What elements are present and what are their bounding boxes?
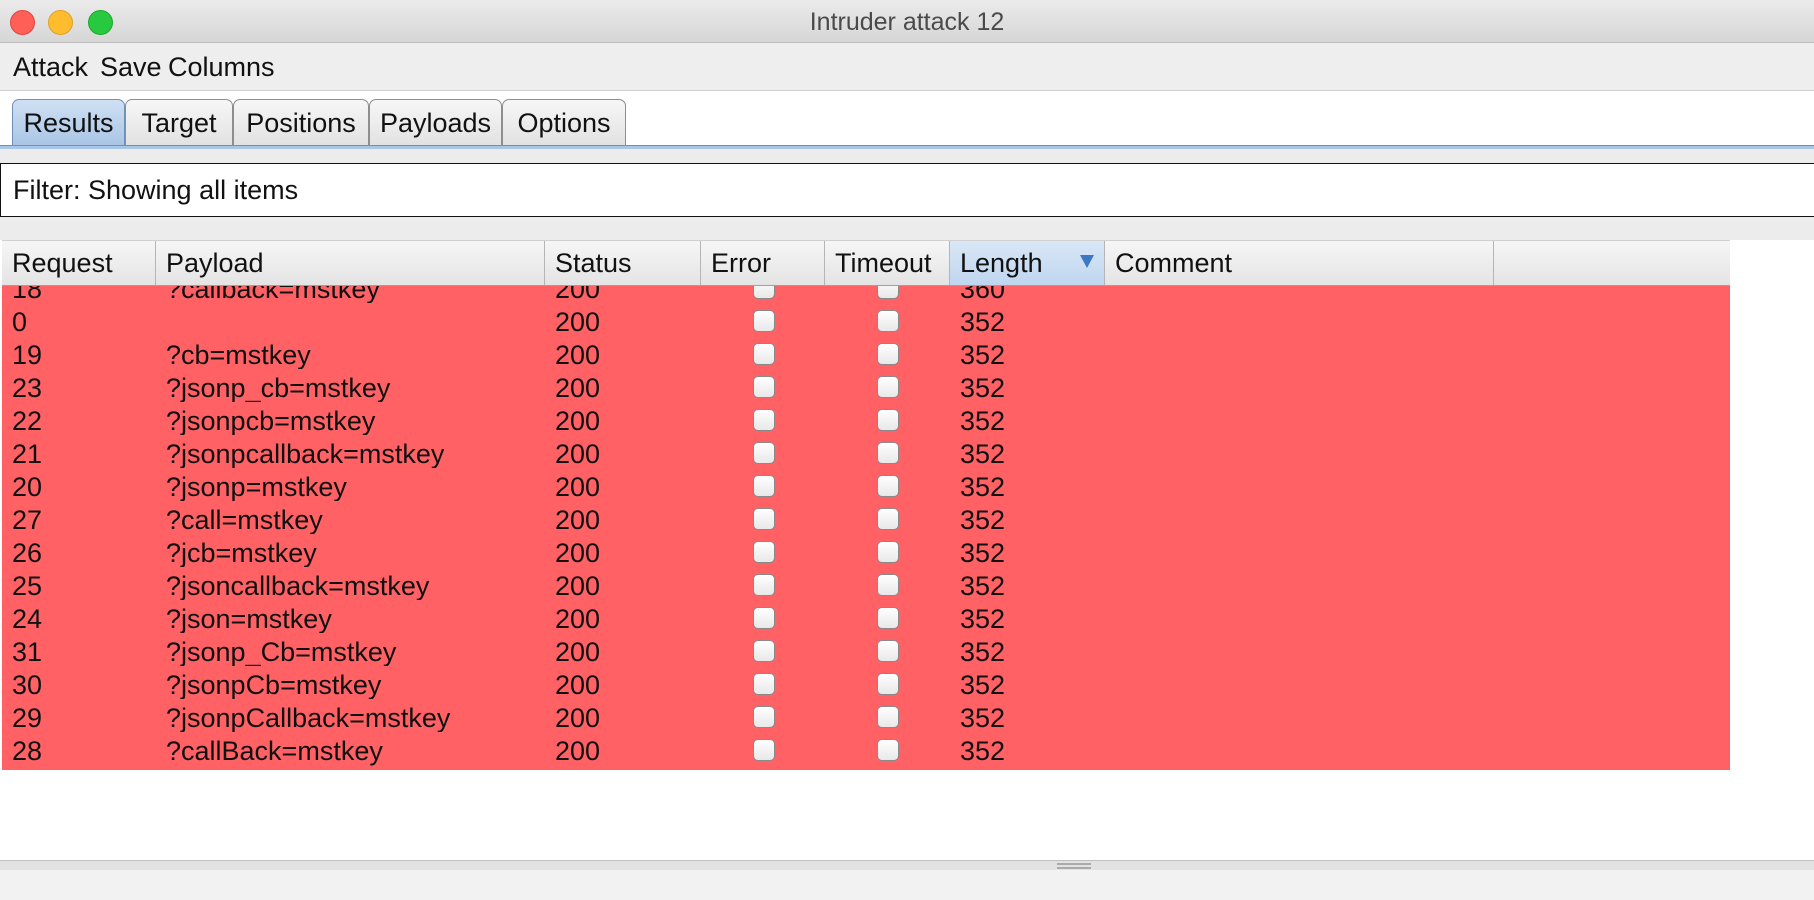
tab-options[interactable]: Options xyxy=(502,99,626,145)
menu-save[interactable]: Save xyxy=(100,52,162,83)
filter-area: Filter: Showing all items xyxy=(0,149,1814,238)
table-empty-area xyxy=(1731,240,1814,858)
timeout-checkbox[interactable] xyxy=(877,508,899,530)
timeout-checkbox[interactable] xyxy=(877,409,899,431)
results-table-viewport[interactable]: 16.jsonp?jsonCallback=mstkey40438418?cal… xyxy=(2,240,1730,858)
column-header-timeout[interactable]: Timeout xyxy=(825,241,950,285)
menu-attack[interactable]: Attack xyxy=(13,52,88,83)
error-checkbox[interactable] xyxy=(753,475,775,497)
timeout-checkbox[interactable] xyxy=(877,607,899,629)
error-checkbox[interactable] xyxy=(753,706,775,728)
tab-results[interactable]: Results xyxy=(12,99,125,145)
cell-length: 352 xyxy=(960,736,1006,766)
bottom-pane xyxy=(0,870,1814,900)
menu-bar: Attack Save Columns xyxy=(0,43,1814,91)
error-checkbox[interactable] xyxy=(753,508,775,530)
title-bar: Intruder attack 12 xyxy=(0,0,1814,43)
column-header-status[interactable]: Status xyxy=(545,241,701,285)
timeout-checkbox[interactable] xyxy=(877,541,899,563)
tab-payloads[interactable]: Payloads xyxy=(369,99,502,145)
tab-positions[interactable]: Positions xyxy=(233,99,369,145)
tab-bar: Results Target Positions Payloads Option… xyxy=(0,91,1814,150)
results-table: 16.jsonp?jsonCallback=mstkey40438418?cal… xyxy=(0,240,1814,860)
timeout-checkbox[interactable] xyxy=(877,310,899,332)
timeout-checkbox[interactable] xyxy=(877,574,899,596)
error-checkbox[interactable] xyxy=(753,739,775,761)
window-title: Intruder attack 12 xyxy=(809,8,1005,36)
sort-descending-icon xyxy=(1080,255,1094,268)
tab-target[interactable]: Target xyxy=(125,99,233,145)
timeout-checkbox[interactable] xyxy=(877,376,899,398)
cell-request: 28 xyxy=(12,736,43,766)
error-checkbox[interactable] xyxy=(753,541,775,563)
error-checkbox[interactable] xyxy=(753,409,775,431)
column-header-length[interactable]: Length xyxy=(950,241,1105,285)
cell-status: 200 xyxy=(555,736,601,766)
error-checkbox[interactable] xyxy=(753,310,775,332)
timeout-checkbox[interactable] xyxy=(877,640,899,662)
column-header-comment[interactable]: Comment xyxy=(1105,241,1494,285)
filter-text: Filter: Showing all items xyxy=(13,175,299,205)
error-checkbox[interactable] xyxy=(753,343,775,365)
error-checkbox[interactable] xyxy=(753,640,775,662)
error-checkbox[interactable] xyxy=(753,442,775,464)
timeout-checkbox[interactable] xyxy=(877,739,899,761)
cell-payload: ?callBack=mstkey xyxy=(166,736,383,766)
error-checkbox[interactable] xyxy=(753,376,775,398)
table-header: Request Payload Status Error Timeout Len… xyxy=(2,240,1730,286)
filter-bar[interactable]: Filter: Showing all items xyxy=(0,163,1814,217)
timeout-checkbox[interactable] xyxy=(877,475,899,497)
timeout-checkbox[interactable] xyxy=(877,442,899,464)
timeout-checkbox[interactable] xyxy=(877,706,899,728)
error-checkbox[interactable] xyxy=(753,607,775,629)
column-header-length-label: Length xyxy=(960,248,1043,278)
column-header-request[interactable]: Request xyxy=(2,241,156,285)
divider-grip-icon[interactable] xyxy=(1057,863,1091,869)
menu-columns[interactable]: Columns xyxy=(168,52,275,83)
column-header-payload[interactable]: Payload xyxy=(156,241,545,285)
timeout-checkbox[interactable] xyxy=(877,673,899,695)
column-header-error[interactable]: Error xyxy=(701,241,825,285)
error-checkbox[interactable] xyxy=(753,574,775,596)
table-row[interactable]: 28 ?callBack=mstkey 200 352 xyxy=(2,732,1730,770)
timeout-checkbox[interactable] xyxy=(877,343,899,365)
error-checkbox[interactable] xyxy=(753,673,775,695)
